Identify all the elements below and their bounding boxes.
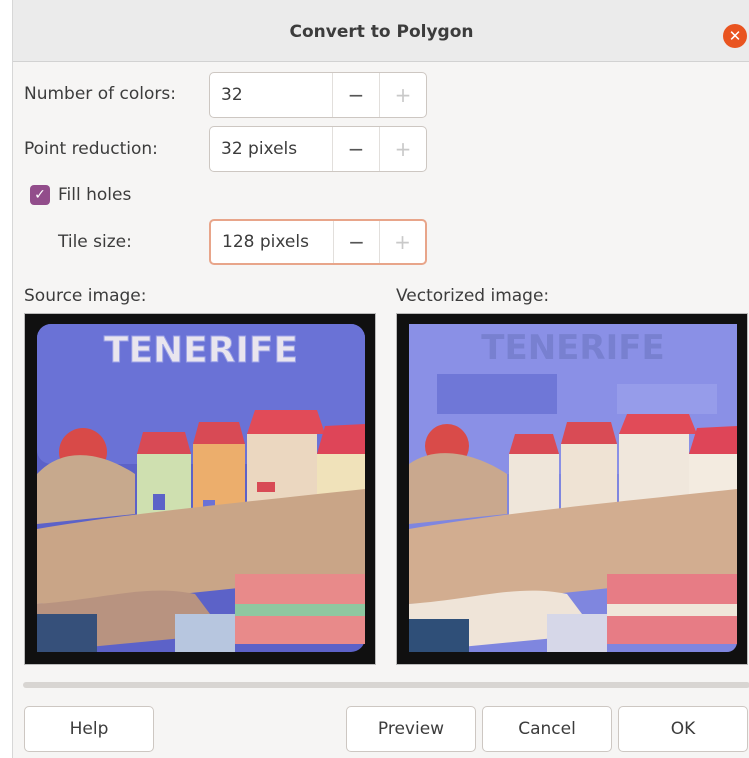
decrement-button[interactable]: − — [332, 73, 379, 117]
decrement-button[interactable]: − — [332, 127, 379, 171]
fill-holes-label[interactable]: Fill holes — [58, 185, 131, 205]
dialog-title: Convert to Polygon — [289, 22, 474, 42]
point-reduction-label: Point reduction: — [24, 139, 158, 159]
source-image: TENERIFE — [24, 313, 376, 665]
point-reduction-stepper: − + — [209, 126, 427, 172]
convert-to-polygon-dialog: Convert to Polygon ✕ Number of colors: −… — [12, 0, 749, 758]
source-image-tile: TENERIFE — [25, 314, 375, 664]
tile-size-label: Tile size: — [58, 232, 132, 252]
title-bar: Convert to Polygon ✕ — [13, 0, 749, 62]
tile-size-input[interactable] — [211, 221, 333, 263]
decrement-button[interactable]: − — [333, 221, 379, 263]
number-of-colors-stepper: − + — [209, 72, 427, 118]
tile-size-stepper: − + — [209, 219, 427, 265]
number-of-colors-label: Number of colors: — [24, 84, 176, 104]
source-image-label: Source image: — [24, 286, 147, 306]
preview-button[interactable]: Preview — [346, 706, 476, 752]
increment-button[interactable]: + — [379, 73, 426, 117]
cancel-button[interactable]: Cancel — [482, 706, 612, 752]
close-icon[interactable]: ✕ — [723, 24, 747, 48]
increment-button[interactable]: + — [379, 127, 426, 171]
increment-button[interactable]: + — [379, 221, 425, 263]
ok-button[interactable]: OK — [618, 706, 748, 752]
vectorized-image-tile: TENERIFE — [397, 314, 747, 664]
vectorized-image: TENERIFE — [396, 313, 748, 665]
number-of-colors-input[interactable] — [210, 73, 332, 117]
tenerife-text: TENERIFE — [481, 328, 664, 368]
fill-holes-checkbox[interactable]: ✓ — [30, 185, 50, 205]
vectorized-image-label: Vectorized image: — [396, 286, 550, 306]
point-reduction-input[interactable] — [210, 127, 332, 171]
help-button[interactable]: Help — [24, 706, 154, 752]
separator — [23, 682, 749, 688]
tenerife-text: TENERIFE — [104, 330, 298, 371]
